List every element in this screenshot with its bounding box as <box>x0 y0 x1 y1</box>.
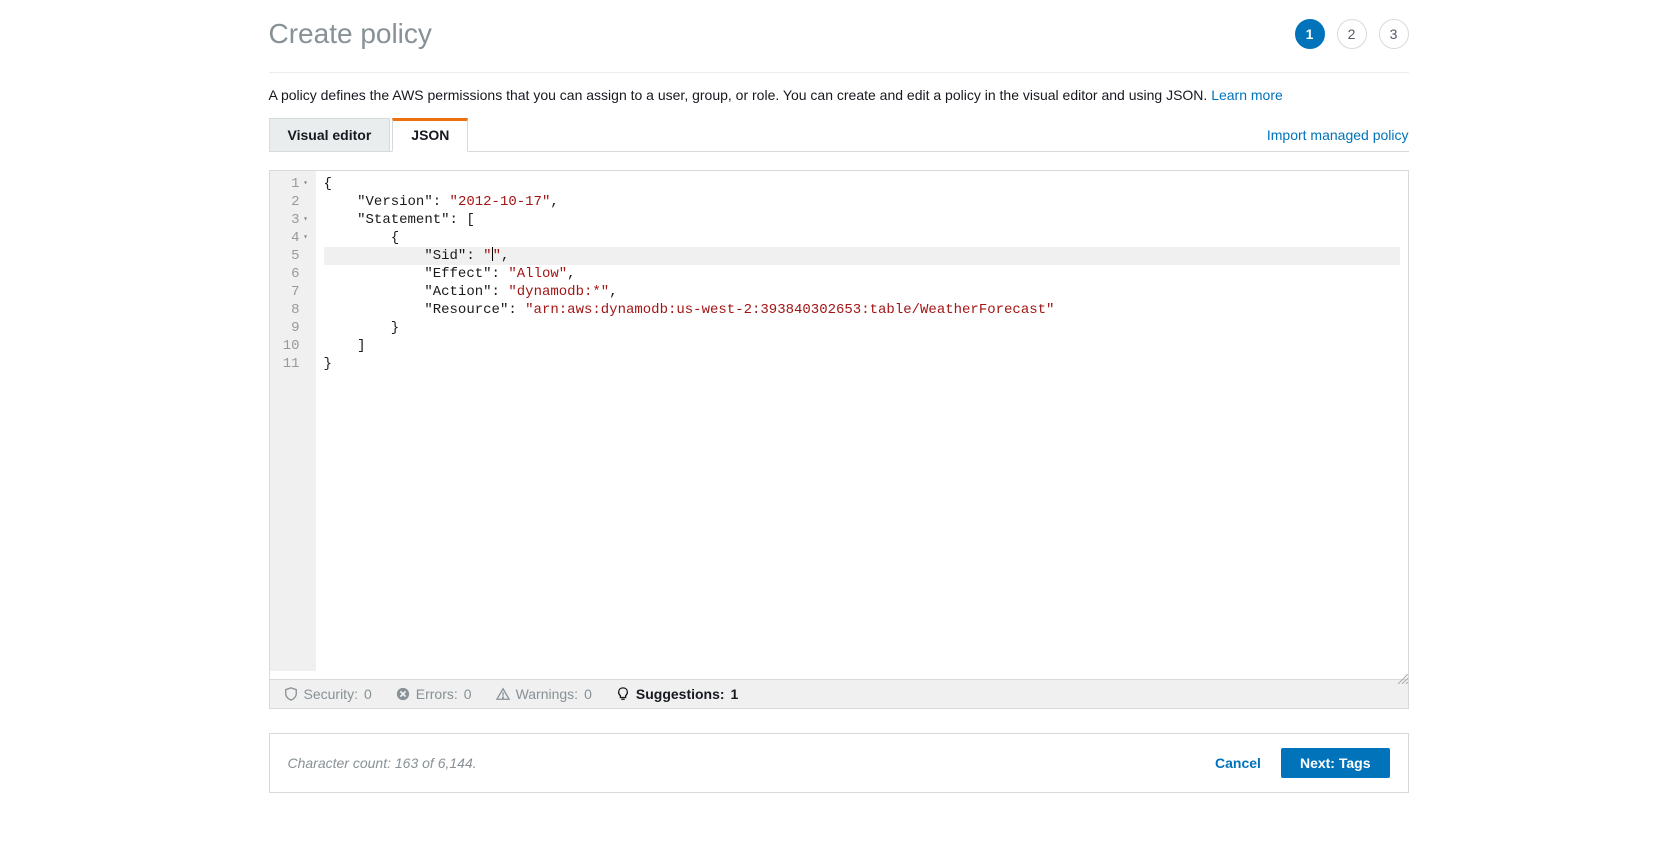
status-bar: Security: 0 Errors: 0 Warnings: 0 Sugges… <box>269 680 1409 709</box>
step-indicator: 1 2 3 <box>1295 19 1409 49</box>
line-number: 11 <box>282 355 310 373</box>
fold-toggle-icon[interactable]: ▾ <box>302 211 310 229</box>
status-errors-label: Errors: <box>416 686 458 702</box>
step-1[interactable]: 1 <box>1295 19 1325 49</box>
status-suggestions[interactable]: Suggestions: 1 <box>616 686 738 702</box>
line-number: 5 <box>282 247 310 265</box>
line-number: 6 <box>282 265 310 283</box>
line-number: 4▾ <box>282 229 310 247</box>
status-suggestions-label: Suggestions: <box>636 686 725 702</box>
code-line[interactable]: "Action": "dynamodb:*", <box>324 283 1400 301</box>
code-line[interactable]: "Version": "2012-10-17", <box>324 193 1400 211</box>
line-number: 9 <box>282 319 310 337</box>
code-line[interactable]: ] <box>324 337 1400 355</box>
fold-toggle-icon[interactable]: ▾ <box>302 175 310 193</box>
code-pane[interactable]: { "Version": "2012-10-17", "Statement": … <box>316 171 1408 671</box>
status-security-count: 0 <box>364 686 372 702</box>
code-line[interactable]: "Statement": [ <box>324 211 1400 229</box>
code-line[interactable]: { <box>324 175 1400 193</box>
code-line[interactable]: { <box>324 229 1400 247</box>
policy-description: A policy defines the AWS permissions tha… <box>269 87 1409 103</box>
code-line[interactable]: } <box>324 355 1400 373</box>
status-security-label: Security: <box>304 686 358 702</box>
status-warnings[interactable]: Warnings: 0 <box>496 686 592 702</box>
page-title: Create policy <box>269 18 432 50</box>
line-number: 10 <box>282 337 310 355</box>
line-number: 7 <box>282 283 310 301</box>
status-errors-count: 0 <box>464 686 472 702</box>
learn-more-link[interactable]: Learn more <box>1211 87 1283 103</box>
step-2[interactable]: 2 <box>1337 19 1367 49</box>
line-number: 2 <box>282 193 310 211</box>
text-cursor <box>492 247 493 261</box>
step-3[interactable]: 3 <box>1379 19 1409 49</box>
code-line[interactable]: "Effect": "Allow", <box>324 265 1400 283</box>
error-icon <box>396 687 410 701</box>
line-number: 8 <box>282 301 310 319</box>
status-suggestions-count: 1 <box>731 686 739 702</box>
footer-bar: Character count: 163 of 6,144. Cancel Ne… <box>269 733 1409 793</box>
character-count: Character count: 163 of 6,144. <box>288 755 477 771</box>
fold-toggle-icon[interactable]: ▾ <box>302 229 310 247</box>
resize-handle-icon[interactable] <box>270 671 1408 679</box>
status-security[interactable]: Security: 0 <box>284 686 372 702</box>
shield-icon <box>284 687 298 701</box>
code-editor[interactable]: 1▾23▾4▾567891011 { "Version": "2012-10-1… <box>270 171 1408 671</box>
code-line[interactable]: "Sid": "", <box>324 247 1400 265</box>
status-warnings-count: 0 <box>584 686 592 702</box>
line-number: 1▾ <box>282 175 310 193</box>
editor-tabs: Visual editor JSON <box>269 117 471 151</box>
json-editor: 1▾23▾4▾567891011 { "Version": "2012-10-1… <box>269 170 1409 680</box>
line-number-gutter: 1▾23▾4▾567891011 <box>270 171 316 671</box>
next-tags-button[interactable]: Next: Tags <box>1281 748 1390 778</box>
status-warnings-label: Warnings: <box>516 686 579 702</box>
import-managed-policy-link[interactable]: Import managed policy <box>1267 127 1409 151</box>
code-line[interactable]: } <box>324 319 1400 337</box>
line-number: 3▾ <box>282 211 310 229</box>
cancel-button[interactable]: Cancel <box>1215 755 1261 771</box>
warning-icon <box>496 687 510 701</box>
code-line[interactable]: "Resource": "arn:aws:dynamodb:us-west-2:… <box>324 301 1400 319</box>
status-errors[interactable]: Errors: 0 <box>396 686 472 702</box>
lightbulb-icon <box>616 687 630 701</box>
tab-json[interactable]: JSON <box>392 118 468 152</box>
description-text: A policy defines the AWS permissions tha… <box>269 87 1212 103</box>
tab-visual-editor[interactable]: Visual editor <box>269 118 391 152</box>
